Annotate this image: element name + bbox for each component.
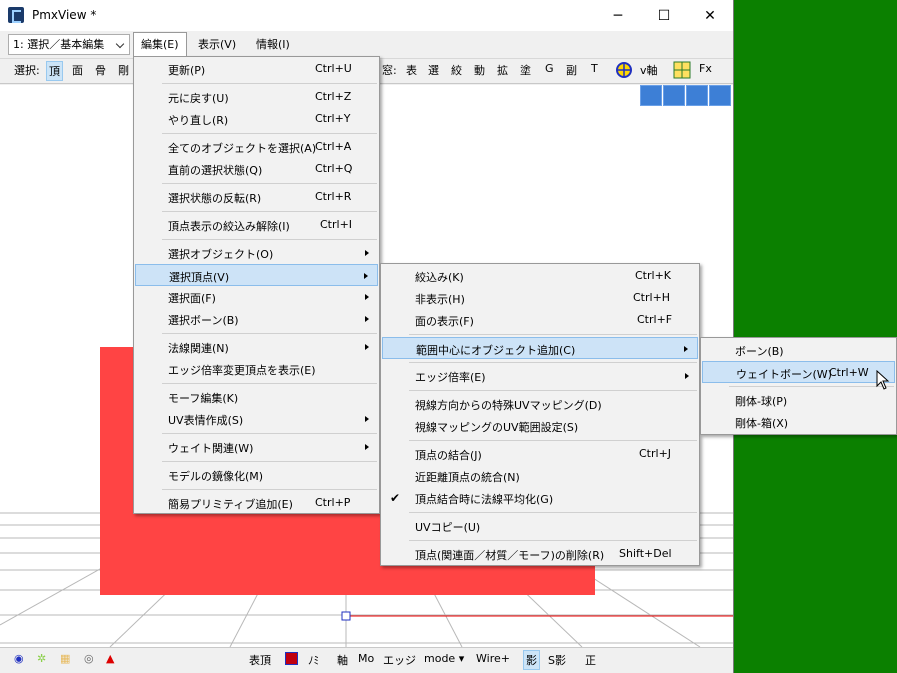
tb-scale[interactable]: 拡 [497, 62, 508, 78]
menu-edge-vertices[interactable]: エッジ倍率変更頂点を表示(E) [135, 358, 378, 380]
tb-filter[interactable]: 絞 [451, 62, 462, 78]
check-icon: ✔ [390, 491, 401, 505]
menu-view[interactable]: 表示(V) [198, 36, 236, 52]
menu-add-primitive[interactable]: 簡易プリミティブ追加(E) Ctrl+P [135, 492, 378, 514]
triangle-icon[interactable]: ▲ [106, 652, 114, 665]
menu-delete-vertices[interactable]: 頂点(関連面／材質／モーフ)の削除(R) Shift+Del [382, 543, 698, 565]
rotate-icon[interactable] [709, 85, 731, 106]
menu-normals[interactable]: 法線関連(N) [135, 336, 378, 358]
sb-ortho[interactable]: 正 [585, 652, 596, 668]
menu-average-normals[interactable]: ✔ 頂点結合時に法線平均化(G) [382, 487, 698, 509]
menu-edge-ratio[interactable]: エッジ倍率(E) [382, 365, 698, 387]
window-label: 窓: [382, 64, 397, 77]
zoom-icon[interactable] [686, 85, 708, 106]
menu-rigid-sphere[interactable]: 剛体-球(P) [702, 389, 895, 411]
menu-filter[interactable]: 絞込み(K) Ctrl+K [382, 265, 698, 287]
circle-icon[interactable]: ◎ [84, 652, 94, 665]
color-swatch[interactable] [285, 652, 298, 665]
toggle-vertex[interactable]: 頂 [46, 61, 63, 81]
menu-rigid-box[interactable]: 剛体-箱(X) [702, 411, 895, 433]
toggle-face[interactable]: 面 [72, 62, 83, 78]
menu-prev-selection[interactable]: 直前の選択状態(Q) Ctrl+Q [135, 158, 378, 180]
tb-g[interactable]: G [545, 62, 554, 75]
window-title: PmxView * [32, 8, 97, 22]
sb-shadow[interactable]: 影 [523, 650, 540, 670]
menu-mirror[interactable]: モデルの鏡像化(M) [135, 464, 378, 486]
menu-redo[interactable]: やり直し(R) Ctrl+Y [135, 108, 378, 130]
menu-invert-selection[interactable]: 選択状態の反転(R) Ctrl+R [135, 186, 378, 208]
menu-select-all[interactable]: 全てのオブジェクトを選択(A) Ctrl+A [135, 136, 378, 158]
menu-add-object-center[interactable]: 範囲中心にオブジェクト追加(C) [382, 337, 698, 359]
menu-uv-morph[interactable]: UV表情作成(S) [135, 408, 378, 430]
close-button[interactable]: ✕ [687, 0, 733, 31]
toggle-rigid[interactable]: 剛 [118, 62, 129, 78]
sb-nomi[interactable]: ﾉﾐ [308, 652, 319, 668]
menu-uv-mapping[interactable]: 視線方向からの特殊UVマッピング(D) [382, 393, 698, 415]
axis-icon[interactable] [615, 61, 633, 79]
edit-menu: 更新(P) Ctrl+U 元に戻す(U) Ctrl+Z やり直し(R) Ctrl+Y … [133, 56, 380, 514]
menu-clear-filter[interactable]: 頂点表示の絞込み解除(I) Ctrl+I [135, 214, 378, 236]
menu-select-vertex[interactable]: 選択頂点(V) [135, 264, 378, 286]
menu-merge-near[interactable]: 近距離頂点の統合(N) [382, 465, 698, 487]
menu-bone[interactable]: ボーン(B) [702, 339, 895, 361]
menu-join-vertices[interactable]: 頂点の結合(J) Ctrl+J [382, 443, 698, 465]
menu-edit[interactable]: 編集(E) [141, 36, 179, 52]
sb-edge[interactable]: エッジ [383, 652, 416, 668]
spark-icon[interactable]: ✲ [37, 652, 46, 665]
grid-icon[interactable] [673, 61, 691, 79]
tb-sub[interactable]: 副 [566, 62, 577, 78]
v-axis-button[interactable]: v軸 [640, 62, 658, 78]
sb-mode[interactable]: mode ▾ [424, 652, 464, 665]
menu-select-face[interactable]: 選択面(F) [135, 286, 378, 308]
tb-table[interactable]: 表 [406, 62, 417, 78]
menu-info[interactable]: 情報(I) [256, 36, 290, 52]
menu-show-faces[interactable]: 面の表示(F) Ctrl+F [382, 309, 698, 331]
vertex-submenu: 絞込み(K) Ctrl+K 非表示(H) Ctrl+H 面の表示(F) Ctrl+F … [380, 263, 700, 566]
tb-move[interactable]: 動 [474, 62, 485, 78]
select-label: 選択: [14, 64, 40, 77]
title-bar: PmxView * ─ ☐ ✕ [0, 0, 733, 31]
sb-axis[interactable]: 軸 [337, 652, 348, 668]
tb-t[interactable]: T [591, 62, 598, 75]
tb-select[interactable]: 選 [428, 62, 439, 78]
menu-update[interactable]: 更新(P) Ctrl+U [135, 58, 378, 80]
menu-morph-edit[interactable]: モーフ編集(K) [135, 386, 378, 408]
menu-weight[interactable]: ウェイト関連(W) [135, 436, 378, 458]
menu-select-bone[interactable]: 選択ボーン(B) [135, 308, 378, 330]
menu-undo[interactable]: 元に戻す(U) Ctrl+Z [135, 86, 378, 108]
minimize-button[interactable]: ─ [595, 0, 641, 31]
app-icon [8, 7, 24, 23]
tb-paint[interactable]: 塗 [520, 62, 531, 78]
menu-weight-bone[interactable]: ウェイトボーン(W) Ctrl+W [702, 361, 895, 383]
maximize-button[interactable]: ☐ [641, 0, 687, 31]
menu-select-object[interactable]: 選択オブジェクト(O) [135, 242, 378, 264]
mouse-cursor-icon [876, 370, 890, 390]
view-tools [639, 85, 731, 109]
sb-s-shadow[interactable]: S影 [548, 652, 566, 668]
sb-wire[interactable]: Wire+ [476, 652, 510, 665]
sb-show-vertex[interactable]: 表頂 [249, 652, 271, 668]
sb-morph[interactable]: Mo [358, 652, 374, 665]
add-object-submenu: ボーン(B) ウェイトボーン(W) Ctrl+W 剛体-球(P) 剛体-箱(X) [700, 337, 897, 435]
menu-uv-range[interactable]: 視線マッピングのUV範囲設定(S) [382, 415, 698, 437]
fx-button[interactable]: Fx [699, 62, 712, 75]
pan-xy-icon[interactable] [640, 85, 662, 106]
move-icon[interactable] [663, 85, 685, 106]
mode-select[interactable]: 1: 選択／基本編集 [8, 34, 130, 55]
pattern-icon[interactable]: ▦ [60, 652, 70, 665]
toggle-bone[interactable]: 骨 [95, 62, 106, 78]
vertex-point-icon[interactable]: ◉ [14, 652, 24, 665]
menu-hide[interactable]: 非表示(H) Ctrl+H [382, 287, 698, 309]
menu-uv-copy[interactable]: UVコピー(U) [382, 515, 698, 537]
